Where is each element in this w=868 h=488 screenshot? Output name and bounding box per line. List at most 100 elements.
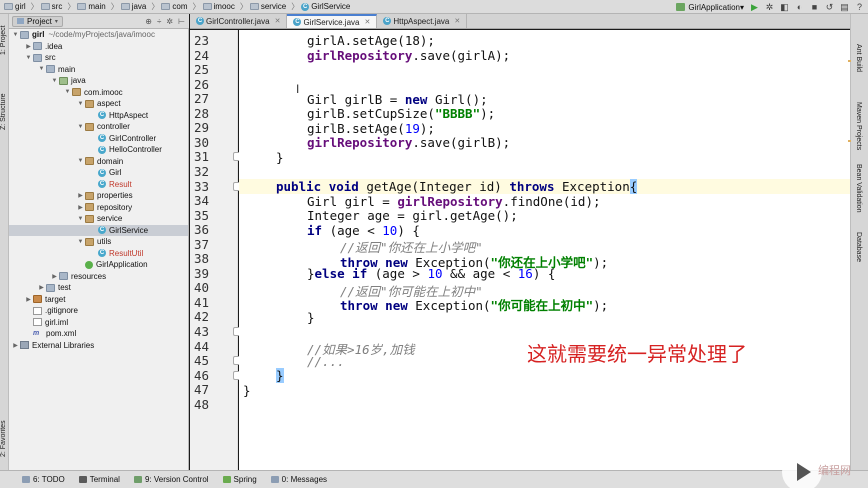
tree-node[interactable]: C Girl [9,167,188,179]
scrollbar-marker[interactable] [848,140,851,142]
close-icon[interactable]: ✕ [454,17,460,25]
tree-node-label: GirlController [109,133,157,143]
video-play-button[interactable] [782,452,822,488]
collapsed-arrow-icon[interactable]: ▶ [12,342,19,349]
collapsed-arrow-icon[interactable]: ▶ [38,284,45,291]
run-configuration-dropdown[interactable]: GirlApplication ▾ [676,3,744,12]
tree-node[interactable]: C ResultUtil [9,248,188,260]
breadcrumb-item[interactable]: C GirlService [301,2,350,11]
editor-tab[interactable]: C HttpAspect.java ✕ [377,14,468,28]
tree-node[interactable]: ▼ main [9,64,188,76]
tree-node[interactable]: ▼ girl ~/code/myProjects/java/imooc [9,29,188,41]
project-tool-tab[interactable]: 1: Project [0,20,9,60]
collapsed-arrow-icon[interactable]: ▶ [25,43,32,50]
right-tool-tab[interactable]: Ant Build [855,44,862,72]
code-line-45: //... [307,354,345,369]
breadcrumb-item[interactable]: girl [4,2,26,11]
structure-tool-tab[interactable]: Z: Structure [0,84,9,140]
folder-icon [20,30,29,39]
breadcrumb-item[interactable]: main [77,2,106,11]
tree-node[interactable]: ▼ src [9,52,188,64]
sync-icon[interactable]: ⊕ [145,17,152,26]
close-icon[interactable]: ✕ [364,18,370,26]
tree-node[interactable]: ▼ com.imooc [9,87,188,99]
tree-node[interactable]: ▼ service [9,213,188,225]
breadcrumb-item[interactable]: src [40,2,62,11]
right-tool-tab[interactable]: Bean Validation [855,164,862,213]
expanded-arrow-icon[interactable]: ▼ [51,78,58,84]
tree-node[interactable]: m pom.xml [9,328,188,340]
coverage-icon[interactable]: ◧ [780,2,789,12]
sdk-icon[interactable]: ▤ [840,2,849,12]
collapsed-arrow-icon[interactable]: ▶ [77,204,84,211]
breadcrumb-item[interactable]: java [120,2,147,11]
tree-node[interactable]: ▼ domain [9,156,188,168]
scrollbar-marker[interactable] [848,60,851,62]
package-icon [85,191,94,200]
tree-node[interactable]: ▼ aspect [9,98,188,110]
expanded-arrow-icon[interactable]: ▼ [77,216,84,222]
tree-node[interactable]: ▶ External Libraries [9,340,188,352]
tree-node[interactable]: ▶ target [9,294,188,306]
right-tool-tab[interactable]: Maven Projects [855,102,862,150]
tree-node[interactable]: .gitignore [9,305,188,317]
tree-node[interactable]: ▶ .idea [9,41,188,53]
expanded-arrow-icon[interactable]: ▼ [77,101,84,107]
expanded-arrow-icon[interactable]: ▼ [77,124,84,130]
favorites-tool-tab[interactable]: 2: Favorites [0,414,9,464]
tree-node[interactable]: ▶ repository [9,202,188,214]
status-bar-tool[interactable]: Spring [222,475,257,484]
expanded-arrow-icon[interactable]: ▼ [25,55,32,61]
breadcrumb-item[interactable]: service [249,2,286,11]
tree-node[interactable]: ▼ java [9,75,188,87]
expanded-arrow-icon[interactable]: ▼ [77,239,84,245]
code-line-24: girlRepository.save(girlA); [307,48,511,63]
status-bar-tool[interactable]: 6: TODO [22,475,65,484]
breadcrumb-item[interactable]: imooc [202,2,235,11]
tree-node[interactable]: ▼ utils [9,236,188,248]
run-icon[interactable]: ▶ [750,2,759,12]
collapsed-arrow-icon[interactable]: ▶ [51,273,58,280]
tree-node[interactable]: ▼ controller [9,121,188,133]
collapsed-arrow-icon[interactable]: ▶ [25,296,32,303]
breadcrumb-label: java [131,2,147,11]
editor-tab[interactable]: C GirlController.java ✕ [190,14,288,28]
breadcrumb-item[interactable]: com [161,2,188,11]
stop-icon[interactable]: ■ [810,2,819,12]
line-number: 40 [193,280,209,296]
help-icon[interactable]: ? [855,2,864,12]
tree-node[interactable]: ▶ properties [9,190,188,202]
status-bar-tool[interactable]: 9: Version Control [133,475,209,484]
tree-node[interactable]: C GirlService [9,224,188,236]
collapse-icon[interactable]: ÷ [157,17,161,26]
hide-icon[interactable]: ⊢ [178,17,185,26]
tree-node[interactable]: C Result [9,179,188,191]
tree-node[interactable]: GirlApplication [9,259,188,271]
update-icon[interactable]: ↺ [825,2,834,12]
expanded-arrow-icon[interactable]: ▼ [12,32,19,38]
collapsed-arrow-icon[interactable]: ▶ [77,192,84,199]
expanded-arrow-icon[interactable]: ▼ [38,66,45,72]
line-number: 25 [193,62,209,78]
code-editor[interactable]: girlA.setAge(18); girlRepository.save(gi… [239,30,850,470]
tree-node-label: java [71,76,86,86]
gear-icon[interactable]: ✲ [166,17,173,26]
tree-node[interactable]: ▶ test [9,282,188,294]
tree-node[interactable]: ▶ resources [9,271,188,283]
tree-node[interactable]: C GirlController [9,133,188,145]
expanded-arrow-icon[interactable]: ▼ [64,89,71,95]
status-bar-tool[interactable]: Terminal [78,475,120,484]
debug-icon[interactable]: ✲ [765,2,774,12]
project-view-dropdown[interactable]: Project ▾ [12,15,63,27]
tree-node[interactable]: girl.iml [9,317,188,329]
tree-node[interactable]: C HttpAspect [9,110,188,122]
editor-tab[interactable]: C GirlService.java ✕ [287,14,378,28]
status-bar-tool[interactable]: 0: Messages [270,475,327,484]
right-tool-tab[interactable]: Database [855,232,862,262]
code-line-39: }else if (age > 10 && age < 16) { [307,266,556,281]
folder-icon [4,3,13,10]
profile-icon[interactable]: ◐ [795,2,804,12]
expanded-arrow-icon[interactable]: ▼ [77,158,84,164]
close-icon[interactable]: ✕ [275,17,281,25]
tree-node[interactable]: C HelloController [9,144,188,156]
